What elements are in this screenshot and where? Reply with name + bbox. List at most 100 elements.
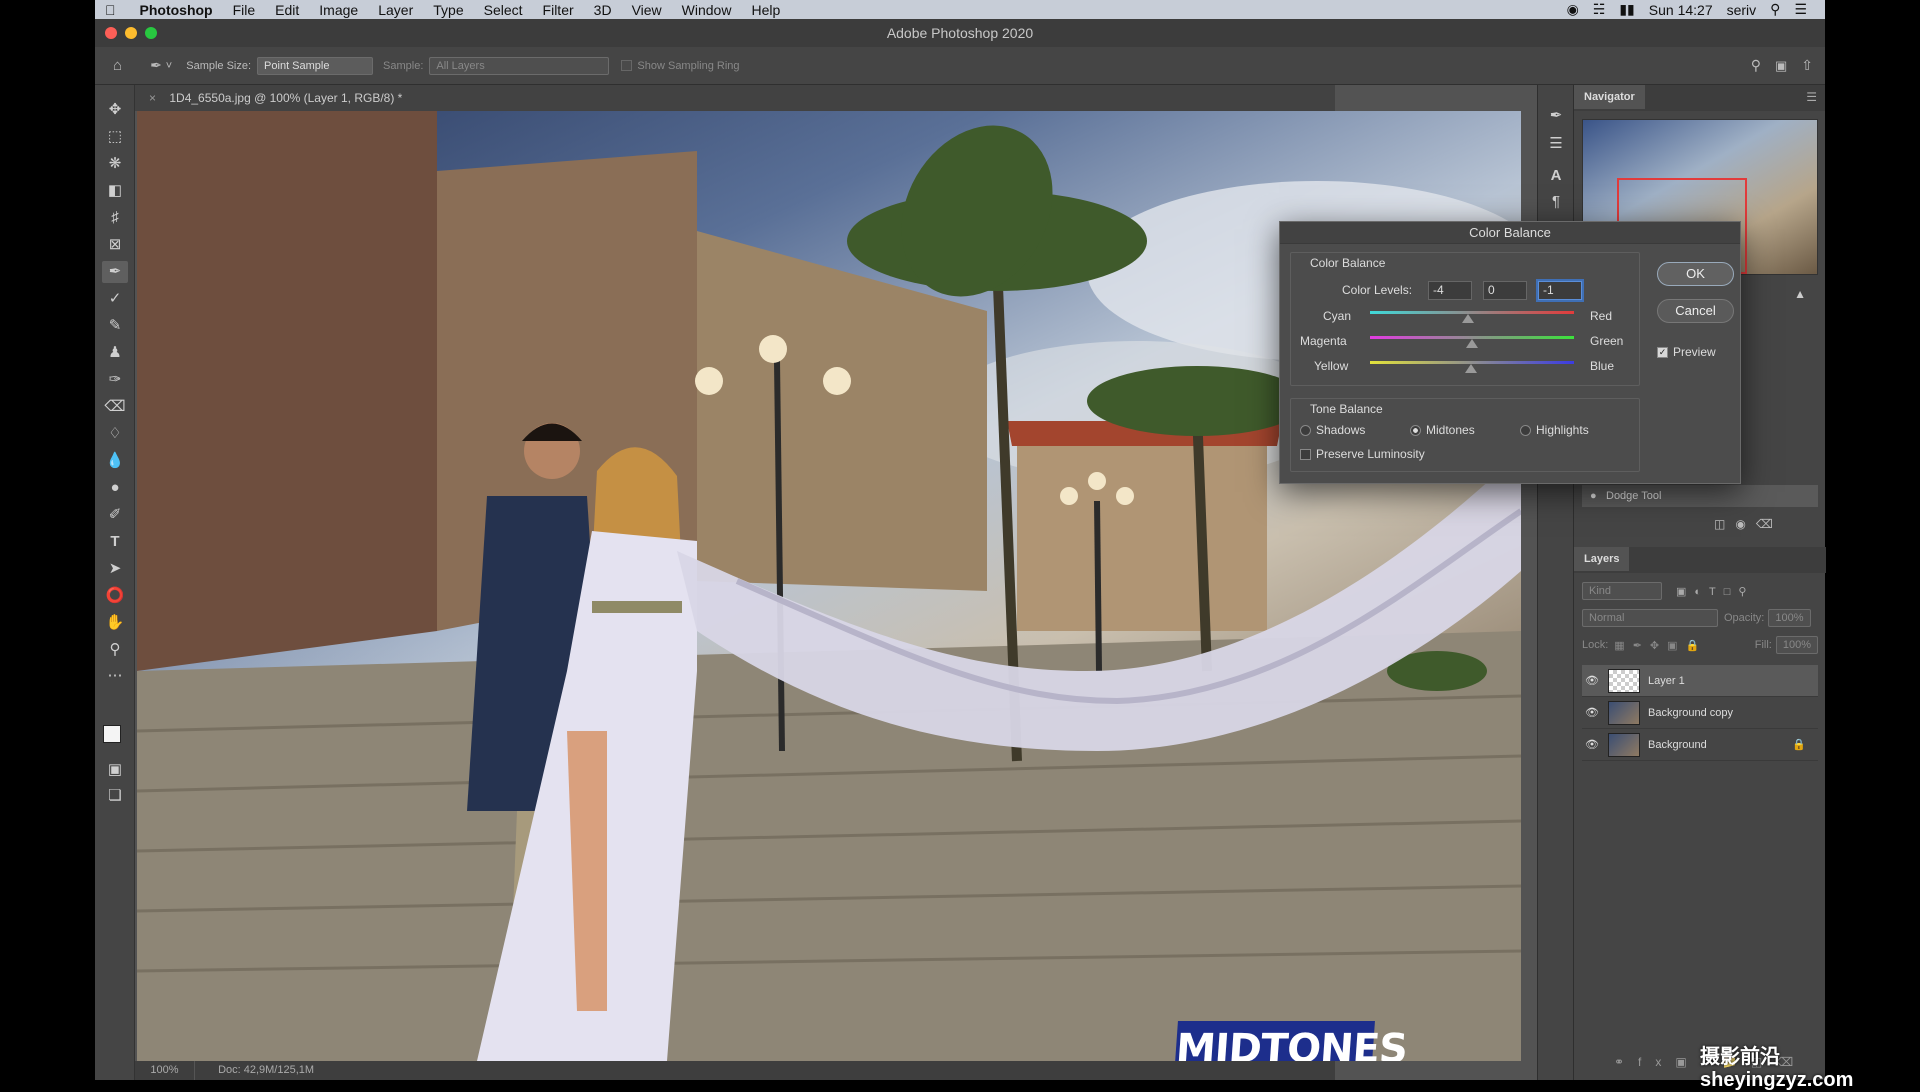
- menu-image[interactable]: Image: [309, 2, 368, 18]
- tool-preset-chevron-icon[interactable]: ˅: [166, 60, 172, 72]
- menu-3d[interactable]: 3D: [584, 2, 622, 18]
- show-sampling-ring-checkbox[interactable]: [621, 60, 633, 71]
- fill-input[interactable]: 100%: [1775, 636, 1818, 654]
- move-tool-icon[interactable]: ✥: [102, 99, 128, 121]
- color-level-magenta-green-input[interactable]: 0: [1483, 281, 1527, 300]
- cyan-red-slider-thumb[interactable]: [1461, 314, 1474, 323]
- menu-app-photoshop[interactable]: Photoshop: [126, 2, 223, 18]
- close-window-button[interactable]: [105, 27, 117, 39]
- object-select-tool-icon[interactable]: ◧: [102, 180, 128, 202]
- crop-tool-icon[interactable]: ♯: [102, 207, 128, 229]
- blend-mode-select[interactable]: Normal: [1582, 609, 1718, 627]
- menu-type[interactable]: Type: [423, 2, 473, 18]
- color-level-yellow-blue-input[interactable]: -1: [1538, 281, 1582, 300]
- menu-window[interactable]: Window: [672, 2, 742, 18]
- delete-state-icon[interactable]: ⌫: [1756, 517, 1783, 531]
- marquee-tool-icon[interactable]: ⬚: [102, 126, 128, 148]
- pen-tool-icon[interactable]: ✐: [102, 504, 128, 526]
- blur-tool-icon[interactable]: 💧: [102, 450, 128, 472]
- wifi-icon[interactable]: ☵: [1593, 1, 1606, 18]
- type-tool-icon[interactable]: T: [102, 531, 128, 553]
- menu-help[interactable]: Help: [741, 2, 790, 18]
- record-icon[interactable]: ◉: [1567, 1, 1579, 18]
- visibility-eye-icon[interactable]: 👁: [1582, 674, 1602, 687]
- clone-stamp-tool-icon[interactable]: ♟: [102, 342, 128, 364]
- magenta-green-slider-thumb[interactable]: [1466, 339, 1478, 348]
- eraser-tool-icon[interactable]: ⌫: [102, 396, 128, 418]
- tab-layers[interactable]: Layers: [1574, 547, 1630, 571]
- panel-menu-icon[interactable]: ☰: [1806, 90, 1817, 104]
- ok-button[interactable]: OK: [1657, 262, 1734, 286]
- dodge-tool-icon[interactable]: ●: [102, 477, 128, 499]
- workspace-icon[interactable]: ▣: [1775, 58, 1787, 74]
- layer-row[interactable]: 👁 Layer 1: [1582, 665, 1818, 697]
- minimize-window-button[interactable]: [125, 27, 137, 39]
- zoom-tool-icon[interactable]: ⚲: [102, 639, 128, 661]
- sample-size-select[interactable]: Point Sample: [257, 56, 374, 75]
- document-tab[interactable]: × 1D4_6550a.jpg @ 100% (Layer 1, RGB/8) …: [135, 85, 1335, 111]
- history-brush-tool-icon[interactable]: ✑: [102, 369, 128, 391]
- share-icon[interactable]: ⇧: [1801, 57, 1813, 74]
- highlights-radio[interactable]: Highlights: [1520, 423, 1589, 437]
- brush-tool-icon[interactable]: ✎: [102, 315, 128, 337]
- radio-indicator[interactable]: [1300, 425, 1311, 437]
- apple-icon[interactable]: : [95, 2, 126, 18]
- close-tab-icon[interactable]: ×: [149, 91, 156, 105]
- paint-bucket-tool-icon[interactable]: ♢: [102, 423, 128, 445]
- tab-navigator[interactable]: Navigator: [1574, 85, 1645, 109]
- user-name[interactable]: seriv: [1727, 2, 1757, 18]
- menu-select[interactable]: Select: [474, 2, 533, 18]
- menu-list-icon[interactable]: ☰: [1794, 1, 1807, 18]
- search-icon[interactable]: ⚲: [1751, 57, 1761, 74]
- eyedropper-tool-icon[interactable]: ✒: [150, 57, 162, 74]
- ellipse-tool-icon[interactable]: ⭕: [102, 585, 128, 607]
- shadows-radio[interactable]: Shadows: [1300, 423, 1365, 437]
- clock[interactable]: Sun 14:27: [1649, 2, 1713, 18]
- layer-kind-select[interactable]: Kind: [1582, 582, 1662, 600]
- layer-name[interactable]: Background copy: [1648, 707, 1733, 719]
- zoom-in-icon[interactable]: ▲: [1794, 287, 1806, 301]
- layer-row[interactable]: 👁 Background 🔒: [1582, 729, 1818, 761]
- layer-filter-icons[interactable]: ▣◐T□⚲: [1676, 585, 1754, 598]
- more-tools-icon[interactable]: ⋯: [102, 665, 128, 687]
- midtones-radio[interactable]: Midtones: [1410, 423, 1475, 437]
- zoom-level[interactable]: 100%: [135, 1061, 195, 1080]
- eyedropper-tool-icon[interactable]: ✒: [102, 261, 128, 283]
- menu-edit[interactable]: Edit: [265, 2, 309, 18]
- menu-filter[interactable]: Filter: [533, 2, 584, 18]
- yellow-blue-slider-thumb[interactable]: [1464, 364, 1477, 373]
- sample-select[interactable]: All Layers: [429, 56, 610, 75]
- radio-indicator[interactable]: [1520, 425, 1531, 437]
- healing-tool-icon[interactable]: ✓: [102, 288, 128, 310]
- opacity-input[interactable]: 100%: [1768, 609, 1811, 627]
- battery-icon[interactable]: ▮▮: [1619, 1, 1634, 18]
- radio-indicator[interactable]: [1410, 425, 1421, 437]
- checkbox-indicator[interactable]: [1300, 449, 1311, 461]
- lock-icon[interactable]: 🔒: [1792, 738, 1806, 751]
- character-panel-icon[interactable]: A: [1543, 165, 1569, 187]
- frame-tool-icon[interactable]: ⊠: [102, 234, 128, 256]
- adjustments-icon[interactable]: ☰: [1543, 133, 1569, 155]
- checkbox-indicator[interactable]: ✓: [1657, 347, 1668, 359]
- layer-name[interactable]: Background: [1648, 739, 1707, 751]
- screen-mode-icon[interactable]: ❏: [102, 785, 128, 807]
- menu-view[interactable]: View: [622, 2, 672, 18]
- preserve-luminosity-checkbox[interactable]: Preserve Luminosity: [1300, 447, 1425, 461]
- spotlight-icon[interactable]: ⚲: [1770, 1, 1780, 18]
- lasso-tool-icon[interactable]: ❋: [102, 153, 128, 175]
- foreground-color-swatch[interactable]: [103, 725, 121, 743]
- menu-file[interactable]: File: [223, 2, 266, 18]
- layer-row[interactable]: 👁 Background copy: [1582, 697, 1818, 729]
- menu-layer[interactable]: Layer: [368, 2, 423, 18]
- path-select-tool-icon[interactable]: ➤: [102, 558, 128, 580]
- visibility-eye-icon[interactable]: 👁: [1582, 706, 1602, 719]
- history-state[interactable]: ● Dodge Tool: [1582, 485, 1818, 507]
- visibility-eye-icon[interactable]: 👁: [1582, 738, 1602, 751]
- new-document-from-state-icon[interactable]: ◫: [1714, 517, 1735, 531]
- zoom-window-button[interactable]: [145, 27, 157, 39]
- home-icon[interactable]: ⌂: [113, 57, 122, 74]
- preview-checkbox[interactable]: ✓ Preview: [1657, 345, 1716, 359]
- cancel-button[interactable]: Cancel: [1657, 299, 1734, 323]
- snapshot-icon[interactable]: ◉: [1735, 517, 1755, 531]
- paragraph-panel-icon[interactable]: ¶: [1543, 191, 1569, 213]
